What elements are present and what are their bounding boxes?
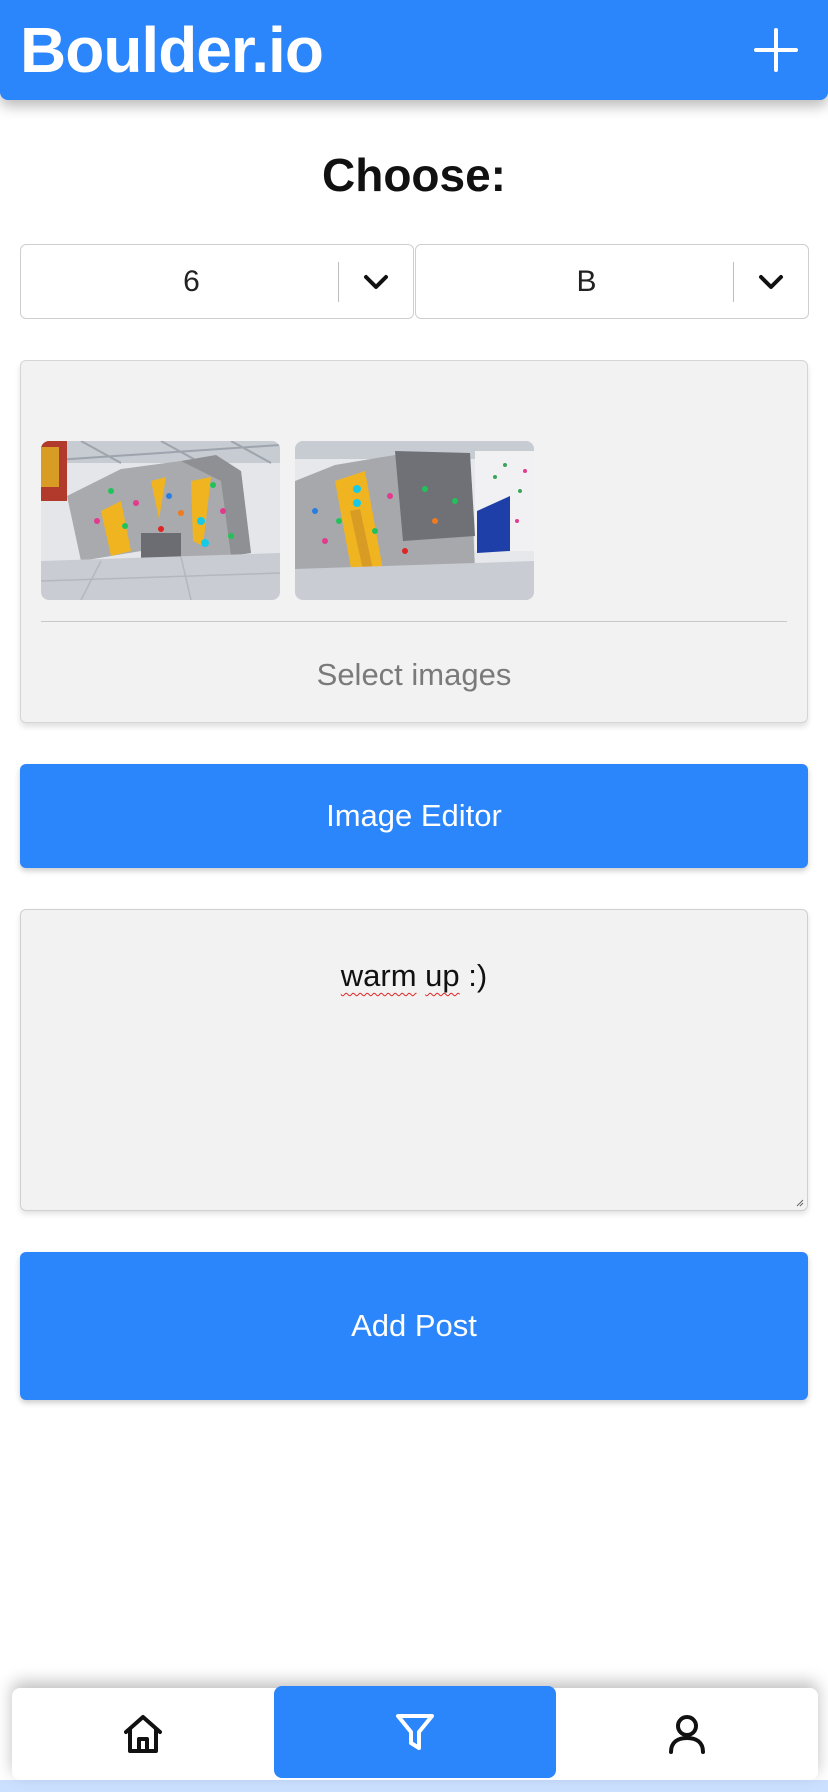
top-app-bar: Boulder.io: [0, 0, 828, 100]
nav-filter[interactable]: [274, 1686, 556, 1778]
card-divider: [41, 621, 787, 622]
filter-icon: [396, 1714, 434, 1750]
letter-select[interactable]: B: [415, 244, 809, 319]
image-thumbnail[interactable]: [295, 441, 534, 600]
nav-home[interactable]: [12, 1688, 274, 1780]
description-textarea[interactable]: warm up :): [20, 909, 808, 1211]
select-images-button[interactable]: Select images: [21, 657, 807, 693]
resize-grip-icon[interactable]: [796, 1199, 804, 1207]
image-thumbnail[interactable]: [41, 441, 280, 600]
thumbnail-list: [41, 441, 534, 600]
grade-select-value: 6: [183, 264, 200, 298]
app-root: Boulder.io Choose: 6 B Select images Ima…: [0, 0, 828, 1792]
home-icon: [124, 1715, 162, 1753]
description-word: warm: [340, 958, 417, 993]
add-post-button[interactable]: Add Post: [20, 1252, 808, 1400]
app-title: Boulder.io: [20, 14, 324, 86]
nav-profile[interactable]: [556, 1688, 818, 1780]
description-word: up: [425, 958, 460, 993]
chevron-down-icon[interactable]: [734, 244, 808, 319]
bottom-navigation: [12, 1686, 818, 1780]
description-tail: :): [468, 958, 488, 993]
image-picker-card: Select images: [20, 360, 808, 723]
user-icon: [669, 1715, 705, 1754]
plus-icon: [754, 28, 798, 72]
grade-select[interactable]: 6: [20, 244, 414, 319]
chevron-down-icon[interactable]: [339, 244, 413, 319]
bottom-strip: [0, 1780, 828, 1792]
image-editor-button[interactable]: Image Editor: [20, 764, 808, 868]
add-button[interactable]: [752, 26, 800, 74]
letter-select-value: B: [576, 264, 597, 298]
page-title: Choose:: [322, 149, 506, 201]
